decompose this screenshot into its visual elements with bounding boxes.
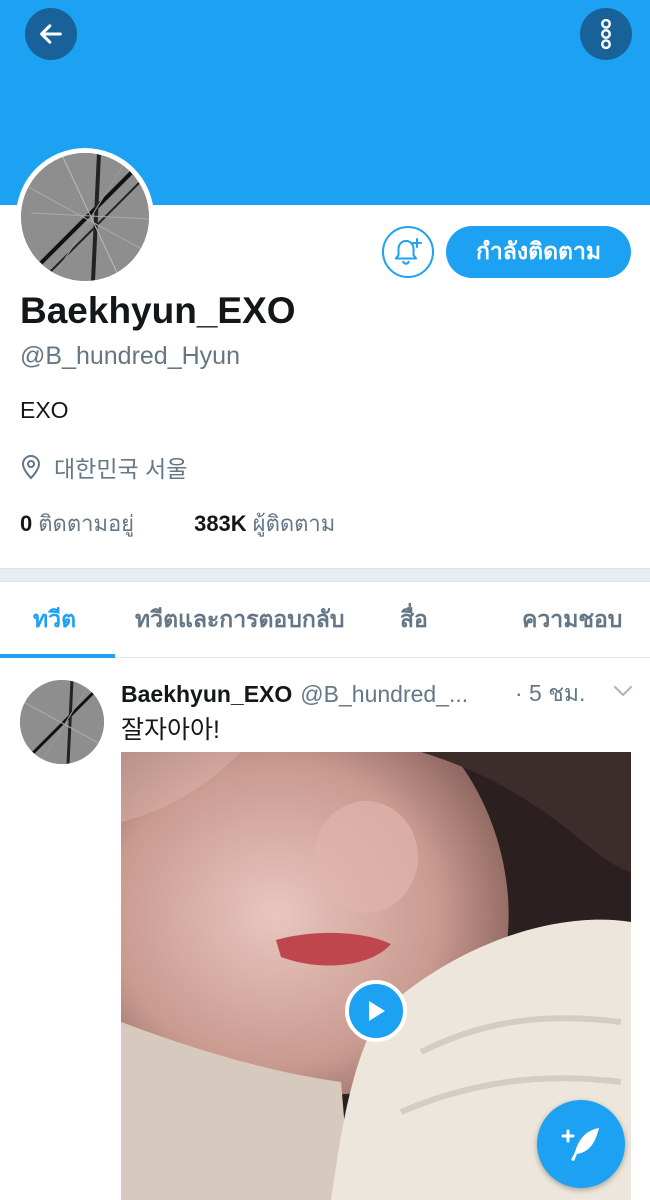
arrow-left-icon bbox=[40, 24, 62, 44]
more-vertical-icon bbox=[601, 18, 611, 50]
compose-tweet-icon bbox=[561, 1128, 599, 1161]
followers-label: ผู้ติดตาม bbox=[252, 511, 336, 536]
back-button[interactable] bbox=[25, 8, 77, 60]
tweet-text: 잘자아아! bbox=[121, 716, 220, 744]
notifications-toggle-button[interactable] bbox=[382, 226, 434, 278]
profile-avatar[interactable] bbox=[16, 148, 154, 286]
tab-tweets[interactable]: ทวีต bbox=[33, 582, 76, 658]
tweet-author-handle[interactable]: @B_hundred_... bbox=[300, 681, 468, 708]
tab-media[interactable]: สื่อ bbox=[400, 582, 428, 658]
profile-display-name: Baekhyun_EXO bbox=[20, 290, 296, 331]
profile-tabs: ทวีต ทวีตและการตอบกลับ สื่อ ความชอบ bbox=[0, 582, 650, 658]
avatar-image bbox=[21, 153, 149, 281]
following-label: ติดตามอยู่ bbox=[38, 511, 135, 536]
following-count: 0 bbox=[20, 511, 33, 536]
compose-tweet-button[interactable] bbox=[537, 1100, 625, 1188]
location-text: 대한민국 서울 bbox=[54, 456, 188, 482]
tweet-options-button[interactable] bbox=[612, 682, 634, 705]
tab-likes[interactable]: ความชอบ bbox=[522, 582, 622, 658]
following-button[interactable]: กำลังติดตาม bbox=[446, 226, 631, 278]
tweet-timestamp: · 5 ชม. bbox=[515, 680, 586, 706]
bell-plus-icon bbox=[395, 238, 422, 265]
tweet-avatar[interactable] bbox=[20, 680, 104, 764]
chevron-down-icon bbox=[613, 685, 633, 697]
tab-tweets-and-replies[interactable]: ทวีตและการตอบกลับ bbox=[135, 582, 344, 658]
video-play-button[interactable] bbox=[345, 980, 407, 1042]
followers-stat[interactable]: 383K ผู้ติดตาม bbox=[194, 506, 335, 541]
play-icon bbox=[369, 1001, 385, 1021]
more-options-button[interactable] bbox=[580, 8, 632, 60]
followers-count: 383K bbox=[194, 511, 247, 536]
following-stat[interactable]: 0 ติดตามอยู่ bbox=[20, 506, 134, 541]
tweet-author-name[interactable]: Baekhyun_EXO bbox=[121, 681, 292, 708]
profile-location: 대한민국 서울 bbox=[20, 450, 187, 484]
location-pin-icon bbox=[21, 454, 41, 480]
profile-handle: @B_hundred_Hyun bbox=[20, 342, 240, 370]
section-divider bbox=[0, 568, 650, 582]
active-tab-indicator bbox=[0, 654, 115, 658]
profile-bio: EXO bbox=[20, 397, 69, 423]
profile-stats: 0 ติดตามอยู่ 383K ผู้ติดตาม bbox=[20, 506, 335, 541]
